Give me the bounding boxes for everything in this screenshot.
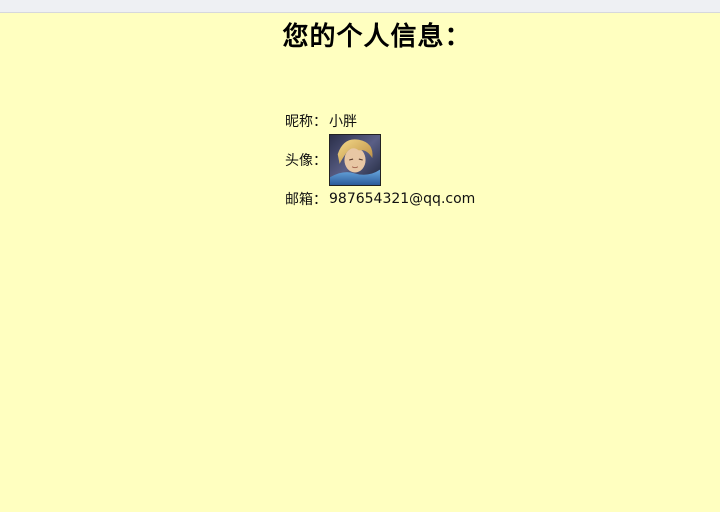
browser-top-bar (0, 0, 720, 13)
avatar-label: 头像： (285, 153, 327, 169)
avatar-row: 头像： (282, 134, 475, 186)
email-row: 邮箱： 987654321@qq.com (282, 188, 475, 210)
avatar-cell (329, 134, 475, 186)
nickname-row: 昵称： 小胖 (282, 110, 475, 132)
email-value: 987654321@qq.com (329, 191, 476, 207)
profile-info-table: 昵称： 小胖 头像： 邮箱： 987654321@qq.com (282, 108, 475, 212)
nickname-value: 小胖 (329, 114, 357, 130)
avatar (329, 134, 381, 186)
page-title: 您的个人信息： (282, 22, 472, 52)
nickname-label: 昵称： (285, 114, 327, 130)
email-label: 邮箱： (285, 192, 327, 208)
